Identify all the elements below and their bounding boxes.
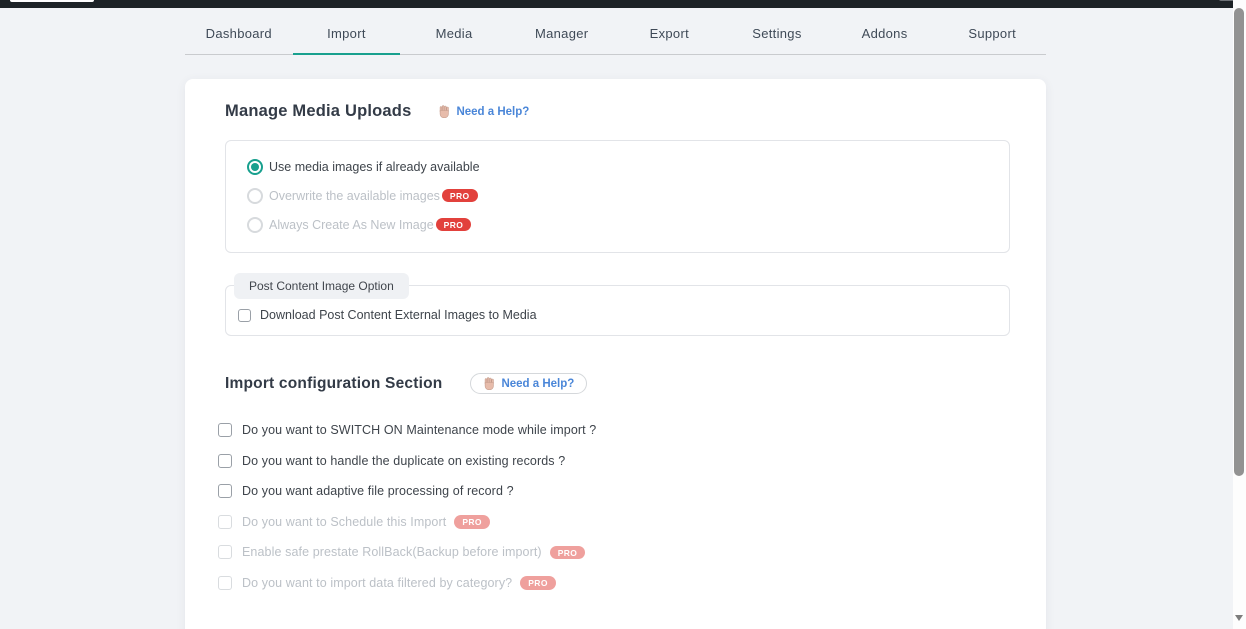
option-filter-by-category[interactable]: Do you want to import data filtered by c… xyxy=(218,568,1012,599)
media-uploads-title: Manage Media Uploads xyxy=(225,102,411,121)
media-uploads-header: Manage Media Uploads Need a Help? xyxy=(225,102,1012,121)
media-uploads-help-label: Need a Help? xyxy=(456,106,529,118)
tab-import-label: Import xyxy=(327,26,366,41)
pro-badge: PRO xyxy=(520,576,556,590)
option-label: Do you want to Schedule this Import xyxy=(242,515,446,529)
wp-admin-bar: ↻ 3 0 + New Howdy, admin xyxy=(0,0,1246,8)
option-label: Do you want adaptive file processing of … xyxy=(242,484,514,498)
download-external-images-row[interactable]: Download Post Content External Images to… xyxy=(238,308,1009,322)
download-external-images-label: Download Post Content External Images to… xyxy=(260,308,537,322)
handle-duplicates-checkbox[interactable] xyxy=(218,454,232,468)
option-label: Do you want to import data filtered by c… xyxy=(242,576,512,590)
import-config-header: Import configuration Section Need a Help… xyxy=(225,373,1012,394)
pro-badge: PRO xyxy=(454,515,490,529)
maintenance-mode-checkbox[interactable] xyxy=(218,423,232,437)
media-uploads-help-link[interactable]: Need a Help? xyxy=(438,105,529,118)
active-tab-indicator xyxy=(293,53,401,55)
radio-label: Always Create As New Image xyxy=(269,218,434,232)
schedule-import-checkbox[interactable] xyxy=(218,515,232,529)
tab-import[interactable]: Import xyxy=(293,17,401,54)
filter-by-category-checkbox[interactable] xyxy=(218,576,232,590)
tab-settings[interactable]: Settings xyxy=(723,17,831,54)
radio-label: Use media images if already available xyxy=(269,160,480,174)
scrollbar-thumb[interactable] xyxy=(1234,8,1244,476)
site-name-highlight[interactable] xyxy=(10,0,94,2)
download-external-images-checkbox[interactable] xyxy=(238,309,251,322)
radio-always-create-new[interactable] xyxy=(247,217,263,233)
hand-icon xyxy=(483,377,496,390)
radio-label: Overwrite the available images xyxy=(269,189,440,203)
option-label: Do you want to SWITCH ON Maintenance mod… xyxy=(242,423,596,437)
scrollbar-down-arrow[interactable] xyxy=(1235,615,1243,621)
option-label: Do you want to handle the duplicate on e… xyxy=(242,454,565,468)
tab-export[interactable]: Export xyxy=(616,17,724,54)
import-config-help-label: Need a Help? xyxy=(501,378,574,390)
option-handle-duplicates[interactable]: Do you want to handle the duplicate on e… xyxy=(218,446,1012,477)
radio-row-always-create-new[interactable]: Always Create As New Image PRO xyxy=(247,210,1009,239)
import-config-title: Import configuration Section xyxy=(225,375,442,393)
post-content-image-group: Post Content Image Option Download Post … xyxy=(225,285,1010,336)
media-upload-options-box: Use media images if already available Ov… xyxy=(225,140,1010,253)
tab-dashboard[interactable]: Dashboard xyxy=(185,17,293,54)
vertical-scrollbar[interactable] xyxy=(1233,0,1246,629)
tab-manager[interactable]: Manager xyxy=(508,17,616,54)
option-safe-rollback[interactable]: Enable safe prestate RollBack(Backup bef… xyxy=(218,537,1012,568)
pro-badge: PRO xyxy=(442,189,478,203)
safe-rollback-checkbox[interactable] xyxy=(218,545,232,559)
post-content-legend: Post Content Image Option xyxy=(234,273,409,299)
radio-row-overwrite-images[interactable]: Overwrite the available images PRO xyxy=(247,181,1009,210)
option-label: Enable safe prestate RollBack(Backup bef… xyxy=(242,545,542,559)
plugin-nav-tabs: Dashboard Import Media Manager Export Se… xyxy=(185,17,1046,55)
radio-row-use-media-images[interactable]: Use media images if already available xyxy=(247,152,1009,181)
hand-icon xyxy=(438,105,451,118)
tab-media[interactable]: Media xyxy=(400,17,508,54)
tab-addons[interactable]: Addons xyxy=(831,17,939,54)
adaptive-processing-checkbox[interactable] xyxy=(218,484,232,498)
import-settings-card: Manage Media Uploads Need a Help? Use me… xyxy=(185,79,1046,629)
pro-badge: PRO xyxy=(436,218,472,232)
plugin-nav-wrap: Dashboard Import Media Manager Export Se… xyxy=(0,8,1246,55)
radio-use-media-images[interactable] xyxy=(247,159,263,175)
option-adaptive-processing[interactable]: Do you want adaptive file processing of … xyxy=(218,476,1012,507)
import-config-options: Do you want to SWITCH ON Maintenance mod… xyxy=(218,415,1012,598)
pro-badge: PRO xyxy=(550,546,586,560)
radio-overwrite-images[interactable] xyxy=(247,188,263,204)
option-maintenance-mode[interactable]: Do you want to SWITCH ON Maintenance mod… xyxy=(218,415,1012,446)
option-schedule-import[interactable]: Do you want to Schedule this Import PRO xyxy=(218,507,1012,538)
import-config-help-button[interactable]: Need a Help? xyxy=(470,373,587,394)
tab-support[interactable]: Support xyxy=(938,17,1046,54)
